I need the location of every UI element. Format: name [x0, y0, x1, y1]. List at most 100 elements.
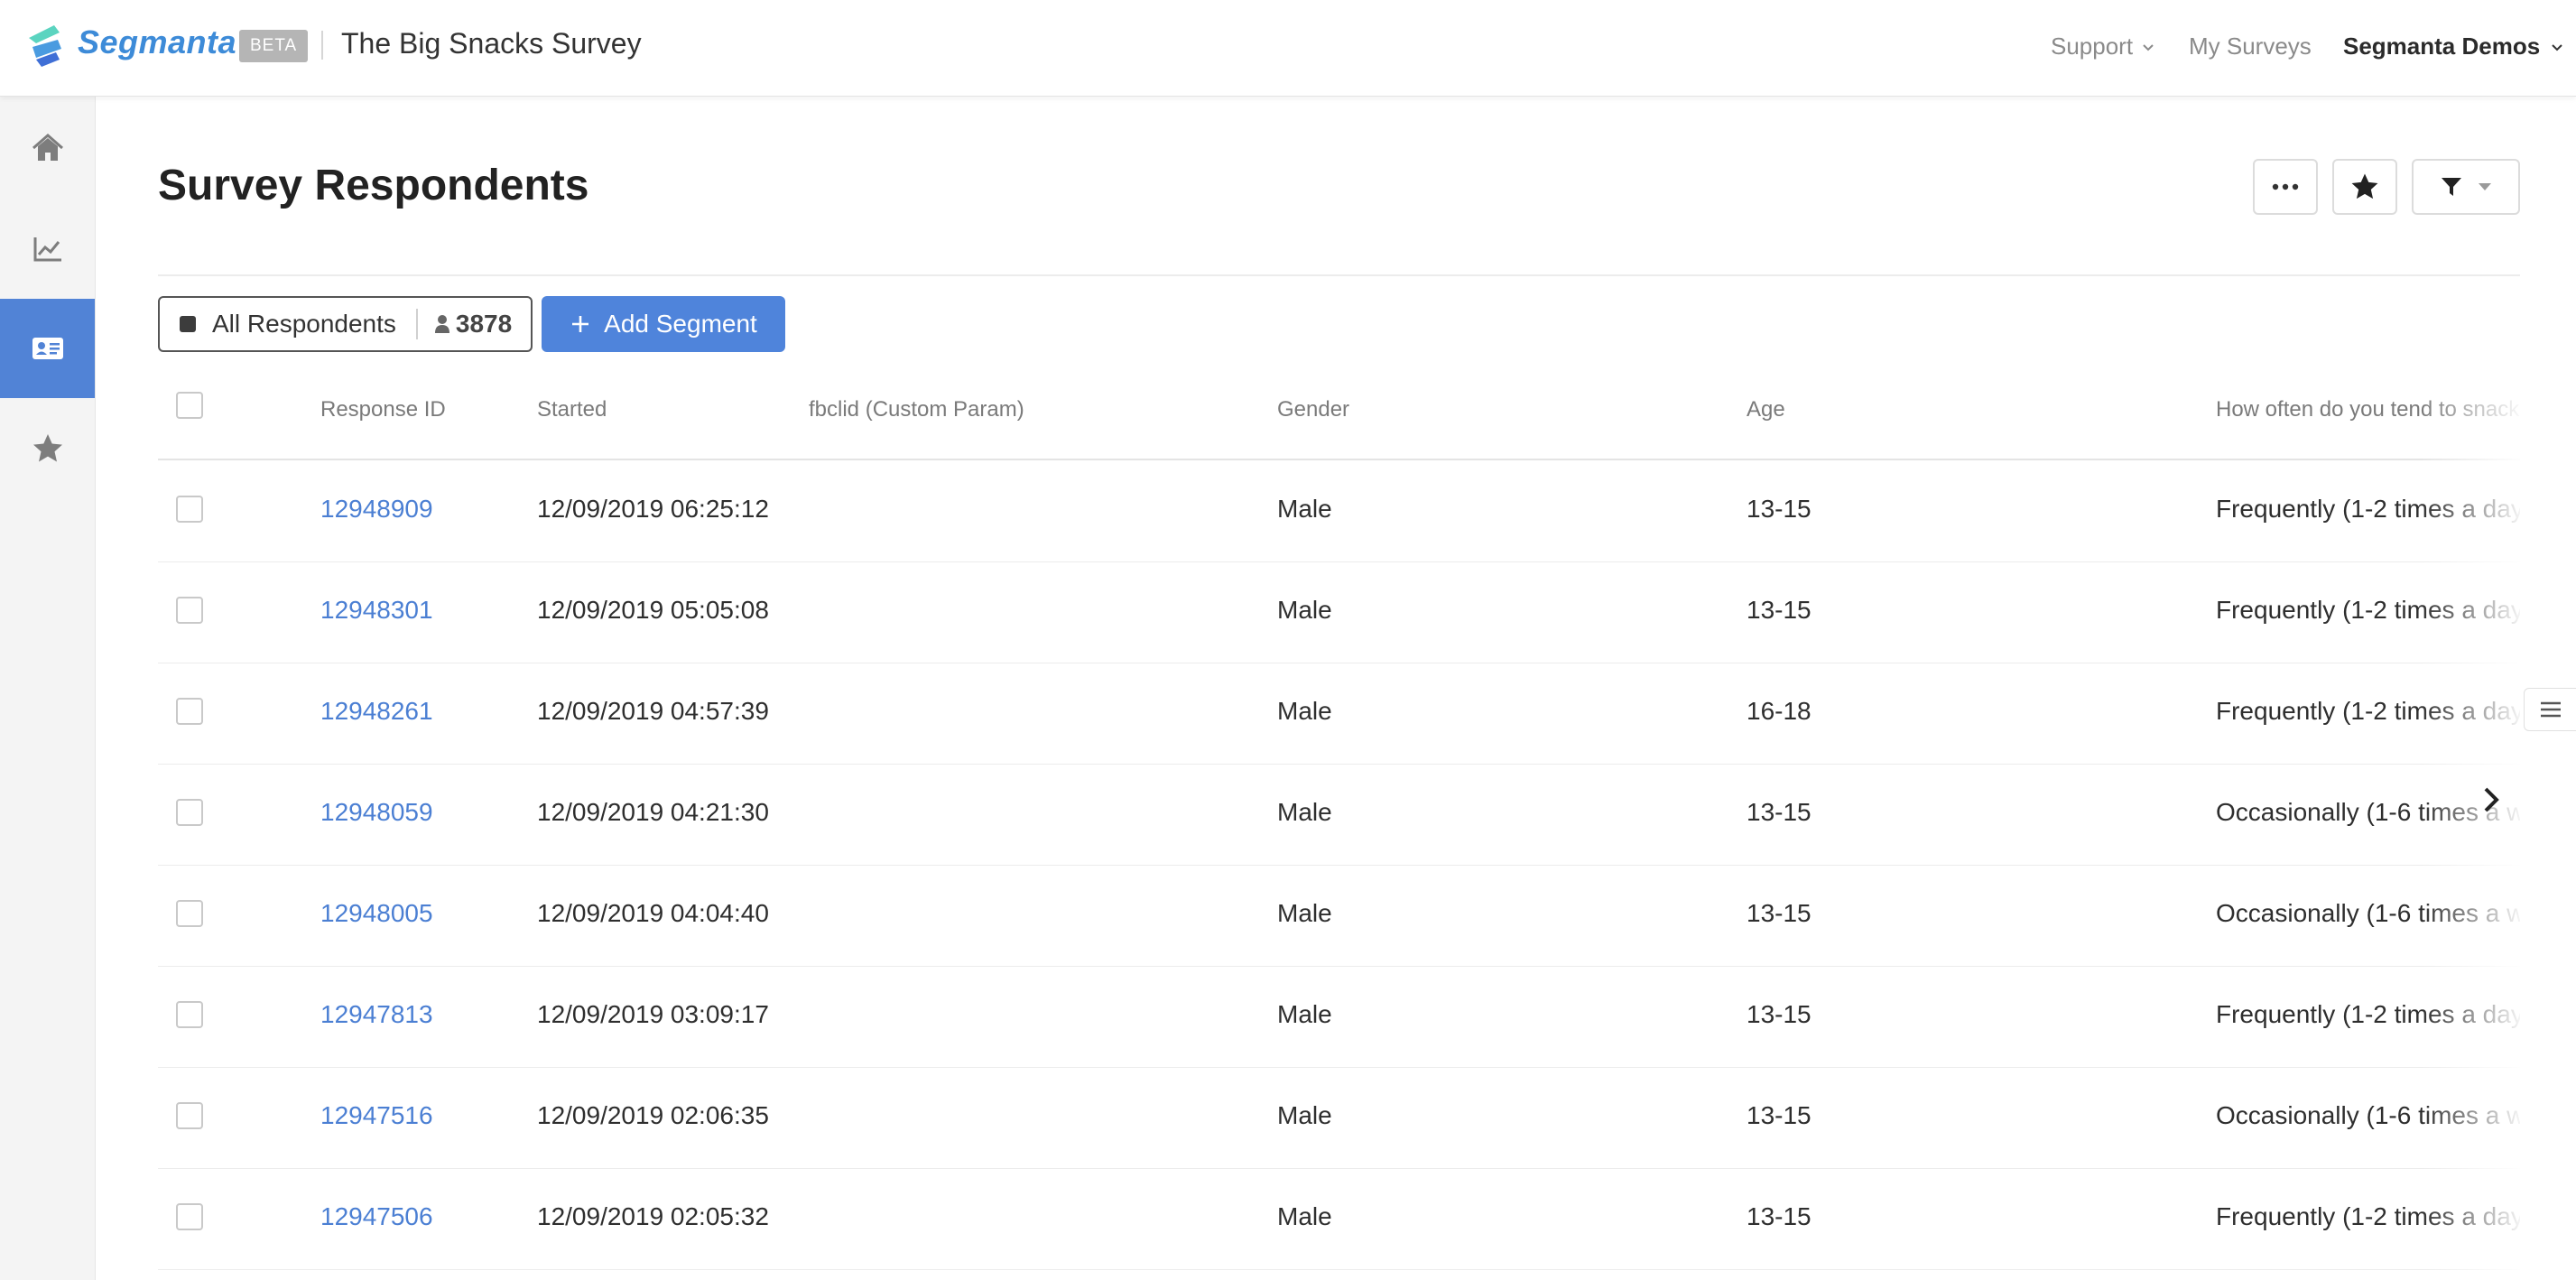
snack-frequency-cell: Frequently (1-2 times a day)	[2216, 1000, 2520, 1028]
snack-frequency-cell: Occasionally (1-6 times a week)	[2216, 899, 2520, 927]
gender-cell: Male	[1277, 697, 1332, 725]
column-settings-button[interactable]	[2524, 688, 2576, 731]
add-segment-button[interactable]: Add Segment	[542, 296, 785, 352]
response-id-link[interactable]: 12948059	[320, 798, 433, 827]
column-header-fbclid[interactable]: fbclid (Custom Param)	[809, 397, 1024, 422]
gender-cell: Male	[1277, 798, 1332, 826]
header-divider	[158, 274, 2520, 276]
scroll-right-button[interactable]	[2469, 778, 2513, 821]
filter-dropdown-button[interactable]	[2412, 159, 2520, 215]
plus-icon	[572, 316, 589, 332]
column-header-response-id[interactable]: Response ID	[320, 397, 446, 422]
snack-frequency-cell: Frequently (1-2 times a day)	[2216, 697, 2520, 725]
menu-lines-icon	[2540, 701, 2561, 718]
chart-line-icon	[33, 237, 61, 262]
table-row[interactable]: 12948261 12/09/2019 04:57:39 Male 16-18 Freq…	[158, 663, 2520, 765]
response-id-link[interactable]: 12947516	[320, 1101, 433, 1130]
more-options-button[interactable]	[2253, 159, 2318, 215]
started-cell: 12/09/2019 04:04:40	[537, 899, 769, 927]
caret-down-icon	[2479, 183, 2491, 190]
brand-name[interactable]: Segmanta	[78, 23, 236, 61]
age-cell: 16-18	[1747, 697, 1812, 725]
row-checkbox[interactable]	[176, 1203, 203, 1230]
table-row[interactable]: 12948301 12/09/2019 05:05:08 Male 13-15 Freq…	[158, 561, 2520, 663]
table-row[interactable]: 12947813 12/09/2019 03:09:17 Male 13-15 Freq…	[158, 966, 2520, 1068]
row-checkbox[interactable]	[176, 698, 203, 725]
my-surveys-link[interactable]: My Surveys	[2189, 32, 2312, 60]
sidebar	[0, 97, 96, 1280]
age-cell: 13-15	[1747, 798, 1812, 826]
select-all-checkbox[interactable]	[176, 392, 203, 419]
sidebar-item-favorites[interactable]	[0, 399, 95, 498]
started-cell: 12/09/2019 02:06:35	[537, 1101, 769, 1129]
column-header-snack-frequency[interactable]: How often do you tend to snack	[2216, 397, 2519, 422]
account-label: Segmanta Demos	[2343, 32, 2541, 60]
survey-title[interactable]: The Big Snacks Survey	[341, 27, 642, 60]
age-cell: 13-15	[1747, 1202, 1812, 1230]
sidebar-item-home[interactable]	[0, 98, 95, 198]
gender-cell: Male	[1277, 899, 1332, 927]
started-cell: 12/09/2019 04:57:39	[537, 697, 769, 725]
table-row[interactable]: 12947516 12/09/2019 02:06:35 Male 13-15 Occa…	[158, 1067, 2520, 1169]
column-header-age[interactable]: Age	[1747, 397, 1785, 422]
started-cell: 12/09/2019 05:05:08	[537, 596, 769, 624]
table-row[interactable]: 12947506 12/09/2019 02:05:32 Male 13-15 Freq…	[158, 1168, 2520, 1270]
sidebar-item-analytics[interactable]	[0, 199, 95, 298]
title-separator	[321, 31, 323, 60]
response-id-link[interactable]: 12948301	[320, 596, 433, 625]
page-title: Survey Respondents	[158, 162, 589, 209]
chevron-down-icon	[2552, 43, 2562, 51]
table-header: Response ID Started fbclid (Custom Param…	[158, 368, 2520, 460]
table-row[interactable]: 12948005 12/09/2019 04:04:40 Male 13-15 Occa…	[158, 865, 2520, 967]
add-segment-label: Add Segment	[604, 310, 757, 338]
row-checkbox[interactable]	[176, 799, 203, 826]
respondents-table: Response ID Started fbclid (Custom Param…	[158, 368, 2520, 1280]
segment-label: All Respondents	[212, 310, 396, 338]
respondent-count-value: 3878	[455, 310, 513, 338]
row-checkbox[interactable]	[176, 1001, 203, 1028]
response-id-link[interactable]: 12948909	[320, 495, 433, 524]
all-respondents-segment[interactable]: All Respondents 3878	[158, 296, 533, 352]
segment-color-swatch	[180, 316, 196, 332]
started-cell: 12/09/2019 06:25:12	[537, 495, 769, 523]
response-id-link[interactable]: 12947813	[320, 1000, 433, 1029]
response-id-link[interactable]: 12948261	[320, 697, 433, 726]
age-cell: 13-15	[1747, 596, 1812, 624]
respondent-count: 3878	[434, 310, 512, 339]
table-row[interactable]: 12948909 12/09/2019 06:25:12 Male 13-15 Freq…	[158, 460, 2520, 562]
row-checkbox[interactable]	[176, 496, 203, 523]
row-checkbox[interactable]	[176, 597, 203, 624]
support-menu[interactable]: Support	[2051, 32, 2156, 60]
favorite-button[interactable]	[2332, 159, 2397, 215]
more-icon	[2272, 183, 2299, 190]
sidebar-item-respondents[interactable]	[0, 299, 95, 398]
home-icon	[32, 134, 63, 161]
filter-icon	[2442, 178, 2461, 196]
gender-cell: Male	[1277, 495, 1332, 523]
column-header-started[interactable]: Started	[537, 397, 607, 422]
gender-cell: Male	[1277, 1000, 1332, 1028]
snack-frequency-cell: Frequently (1-2 times a day)	[2216, 596, 2520, 624]
column-header-gender[interactable]: Gender	[1277, 397, 1349, 422]
age-cell: 13-15	[1747, 899, 1812, 927]
beta-badge: BETA	[239, 30, 309, 62]
age-cell: 13-15	[1747, 1101, 1812, 1129]
id-card-icon	[32, 338, 63, 359]
snack-frequency-cell: Frequently (1-2 times a day)	[2216, 495, 2520, 523]
started-cell: 12/09/2019 04:21:30	[537, 798, 769, 826]
segment-divider	[415, 309, 418, 339]
top-bar: Segmanta BETA The Big Snacks Survey Supp…	[0, 0, 2576, 97]
response-id-link[interactable]: 12947506	[320, 1202, 433, 1231]
table-row[interactable]: 12948059 12/09/2019 04:21:30 Male 13-15 Occa…	[158, 764, 2520, 866]
account-menu[interactable]: Segmanta Demos	[2343, 32, 2565, 60]
response-id-link[interactable]: 12948005	[320, 899, 433, 928]
row-checkbox[interactable]	[176, 900, 203, 927]
age-cell: 13-15	[1747, 495, 1812, 523]
gender-cell: Male	[1277, 596, 1332, 624]
started-cell: 12/09/2019 03:09:17	[537, 1000, 769, 1028]
chevron-down-icon	[2143, 43, 2154, 51]
snack-frequency-cell: Frequently (1-2 times a day)	[2216, 1202, 2520, 1230]
row-checkbox[interactable]	[176, 1102, 203, 1129]
snack-frequency-cell: Occasionally (1-6 times a week)	[2216, 1101, 2520, 1129]
segmanta-logo-icon[interactable]	[20, 20, 70, 70]
